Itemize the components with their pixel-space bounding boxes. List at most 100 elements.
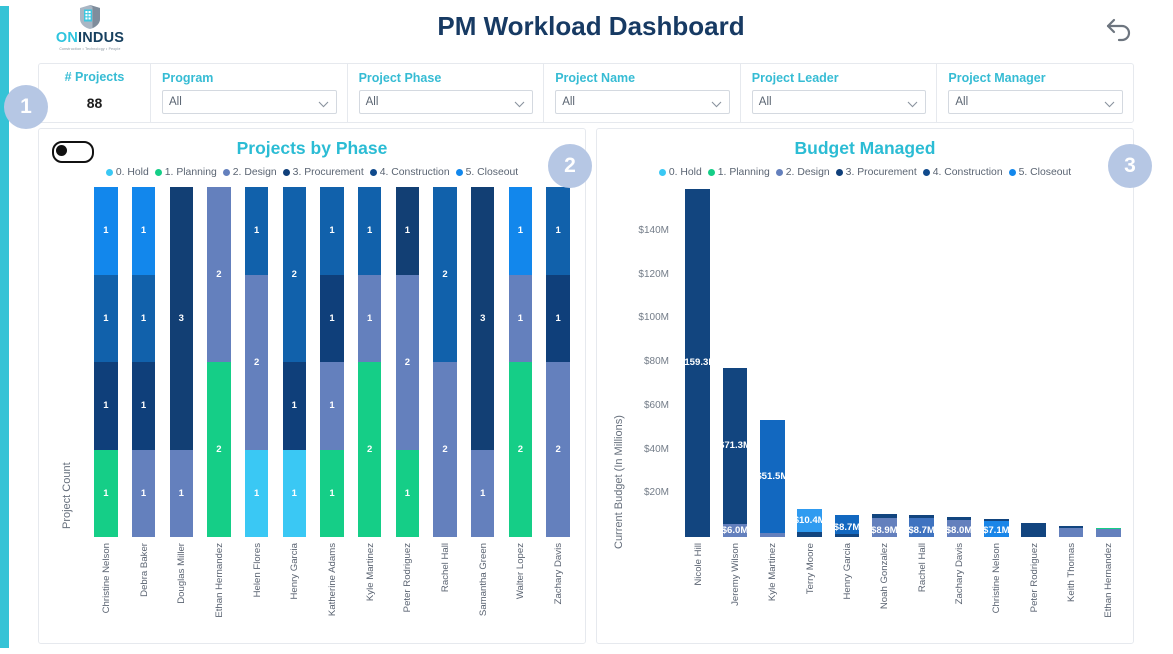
bar-segment[interactable]: $8.0M xyxy=(946,519,972,537)
filter-project-name-select[interactable]: All xyxy=(555,90,730,114)
bar-segment[interactable]: $8.7M xyxy=(908,517,935,537)
budget-bar-5[interactable]: $8.9M xyxy=(871,514,898,537)
bar-segment[interactable]: 1 xyxy=(282,362,306,450)
bar-segment[interactable] xyxy=(760,533,785,537)
bar-segment[interactable]: 1 xyxy=(320,274,344,362)
bar-segment[interactable]: 1 xyxy=(320,187,344,275)
legend-item-2[interactable]: 2. Design xyxy=(775,167,830,178)
budget-bar-1[interactable]: $6.0M $71.3M xyxy=(719,367,751,537)
budget-bar-11[interactable] xyxy=(1096,527,1121,537)
budget-bar-4[interactable]: $8.7M xyxy=(834,515,860,537)
bar-segment[interactable]: 1 xyxy=(471,449,495,537)
bar-segment[interactable] xyxy=(984,519,1009,522)
bar-segment[interactable] xyxy=(946,516,972,520)
bar-segment[interactable]: 2 xyxy=(244,274,269,450)
bar-segment[interactable]: 1 xyxy=(508,274,533,362)
bar-segment[interactable]: 3 xyxy=(471,187,495,450)
bar-segment[interactable] xyxy=(834,534,860,537)
budget-bar-2[interactable]: $51.5M xyxy=(756,420,788,537)
legend-item-3[interactable]: 3. Procurement xyxy=(835,167,917,178)
budget-bar-6[interactable]: $8.7M xyxy=(908,514,935,537)
bar-segment[interactable]: 1 xyxy=(94,274,118,362)
bar-segment[interactable]: $6.0M xyxy=(722,523,748,537)
bar-segment[interactable]: $8.9M xyxy=(871,517,898,537)
bar-segment[interactable]: 1 xyxy=(94,187,118,275)
legend-item-0[interactable]: 0. Hold xyxy=(658,167,702,178)
bar-segment[interactable]: $7.1M xyxy=(983,521,1010,537)
stacked-bar-5[interactable]: 112 xyxy=(282,187,306,537)
bar-segment[interactable]: 1 xyxy=(282,449,306,537)
bar-segment[interactable]: 1 xyxy=(244,449,269,537)
legend-item-1[interactable]: 1. Planning xyxy=(707,167,770,178)
bar-segment[interactable]: 1 xyxy=(395,449,420,537)
bar-segment[interactable]: 1 xyxy=(320,449,344,537)
bar-segment[interactable]: 2 xyxy=(433,362,457,537)
bar-segment[interactable]: 1 xyxy=(169,449,193,537)
bar-segment[interactable]: 2 xyxy=(358,362,382,537)
budget-bar-8[interactable]: $7.1M xyxy=(983,519,1010,537)
bar-segment[interactable]: 1 xyxy=(395,187,420,275)
bar-segment[interactable] xyxy=(1058,525,1084,529)
budget-bar-10[interactable] xyxy=(1058,525,1084,537)
bar-segment[interactable]: 1 xyxy=(358,274,382,362)
bar-segment[interactable] xyxy=(1096,528,1121,537)
bar-segment[interactable] xyxy=(1058,528,1084,537)
bar-segment[interactable]: 1 xyxy=(131,187,156,275)
legend-item-5[interactable]: 5. Closeout xyxy=(1008,167,1071,178)
bar-segment[interactable]: 2 xyxy=(546,362,570,537)
budget-bar-3[interactable]: $10.4M xyxy=(794,509,826,537)
budget-bar-9[interactable] xyxy=(1021,522,1046,537)
back-arrow-icon[interactable] xyxy=(1102,9,1136,43)
filter-project-phase-select[interactable]: All xyxy=(358,90,534,114)
bar-segment[interactable]: 2 xyxy=(508,362,533,537)
bar-segment[interactable]: 3 xyxy=(169,187,193,450)
bar-segment[interactable]: 1 xyxy=(131,274,156,362)
bar-segment[interactable]: 1 xyxy=(94,449,118,537)
legend-item-1[interactable]: 1. Planning xyxy=(154,167,217,178)
stacked-bar-10[interactable]: 13 xyxy=(471,187,495,537)
bar-segment[interactable]: 2 xyxy=(433,187,457,362)
legend-item-4[interactable]: 4. Construction xyxy=(369,167,450,178)
bar-segment[interactable]: 1 xyxy=(508,187,533,275)
bar-segment[interactable]: $159.3M xyxy=(679,188,716,537)
bar-segment[interactable]: 2 xyxy=(395,274,420,450)
stacked-bar-3[interactable]: 22 xyxy=(207,187,231,537)
legend-item-5[interactable]: 5. Closeout xyxy=(455,167,518,178)
bar-segment[interactable]: $71.3M xyxy=(719,367,751,524)
bar-segment[interactable]: 1 xyxy=(131,362,156,450)
stacked-bar-2[interactable]: 13 xyxy=(169,187,193,537)
budget-bar-7[interactable]: $8.0M xyxy=(946,516,972,537)
bar-segment[interactable]: 1 xyxy=(546,274,570,362)
bar-segment[interactable] xyxy=(909,514,934,518)
filter-program-select[interactable]: All xyxy=(162,90,337,114)
step-badge-3[interactable]: 3 xyxy=(1108,144,1152,188)
filter-project-leader-select[interactable]: All xyxy=(751,90,927,114)
legend-item-2[interactable]: 2. Design xyxy=(222,167,277,178)
bar-segment[interactable]: 1 xyxy=(244,187,269,275)
bar-segment[interactable]: 2 xyxy=(207,187,231,362)
budget-bar-0[interactable]: $159.3M xyxy=(679,188,716,537)
legend-item-3[interactable]: 3. Procurement xyxy=(282,167,364,178)
bar-segment[interactable]: 1 xyxy=(94,362,118,450)
stacked-bar-12[interactable]: 211 xyxy=(546,187,570,537)
bar-segment[interactable]: 2 xyxy=(282,187,306,362)
bar-segment[interactable]: 1 xyxy=(131,449,156,537)
bar-segment[interactable]: 1 xyxy=(358,187,382,275)
step-badge-1[interactable]: 1 xyxy=(4,85,48,129)
stacked-bar-0[interactable]: 1111 xyxy=(94,187,118,537)
bar-segment[interactable] xyxy=(797,532,822,537)
bar-segment[interactable] xyxy=(1021,522,1046,537)
step-badge-2[interactable]: 2 xyxy=(548,144,592,188)
stacked-bar-4[interactable]: 121 xyxy=(244,187,269,537)
bar-segment[interactable]: $10.4M xyxy=(794,509,826,533)
bar-segment[interactable]: $51.5M xyxy=(756,420,788,534)
stacked-bar-9[interactable]: 22 xyxy=(433,187,457,537)
stacked-bar-7[interactable]: 211 xyxy=(358,187,382,537)
stacked-bar-8[interactable]: 121 xyxy=(395,187,420,537)
bar-segment[interactable]: 1 xyxy=(546,187,570,275)
bar-segment[interactable] xyxy=(872,514,897,518)
stacked-bar-1[interactable]: 1111 xyxy=(131,187,156,537)
bar-segment[interactable]: 2 xyxy=(207,362,231,537)
bar-segment[interactable]: 1 xyxy=(320,362,344,450)
legend-item-0[interactable]: 0. Hold xyxy=(105,167,149,178)
